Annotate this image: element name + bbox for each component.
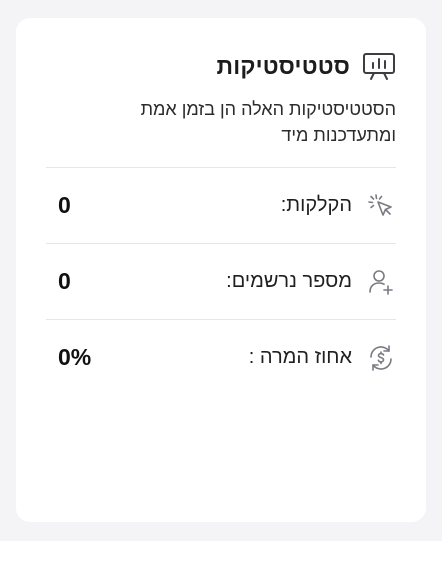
card-title: סטטיסטיקות xyxy=(216,52,350,79)
stat-row-conversion: אחוז המרה : 0% xyxy=(46,319,396,395)
stats-list: הקלקות: 0 מספר נרשמים: 0 אחוז המרה: 0% xyxy=(46,167,396,395)
bottom-strip xyxy=(0,541,442,572)
stat-label-signups: מספר נרשמים: xyxy=(226,270,352,292)
currency-refresh-icon xyxy=(366,343,396,373)
stat-label-group: הקלקות: xyxy=(281,191,396,221)
stat-row-clicks: הקלקות: 0 xyxy=(46,167,396,243)
stat-label-group: מספר נרשמים: xyxy=(226,267,396,297)
stat-row-signups: מספר נרשמים: 0 xyxy=(46,243,396,319)
stat-label-clicks: הקלקות: xyxy=(280,194,352,216)
user-add-icon xyxy=(366,267,396,297)
card-header: סטטיסטיקות xyxy=(217,51,397,81)
stat-label-group: אחוז המרה : xyxy=(249,343,396,373)
stat-value-clicks: 0 xyxy=(58,192,71,218)
statistics-card: סטטיסטיקות הסטטיסטיקות האלה הן בזמן אמת … xyxy=(16,18,426,522)
card-description: הסטטיסטיקות האלה הן בזמן אמת ומתעדכנות מ… xyxy=(140,99,396,145)
stat-label-conversion: אחוז המרה : xyxy=(248,346,352,368)
stat-value-conversion: 0% xyxy=(58,344,92,370)
presentation-chart-icon xyxy=(362,51,396,81)
stat-value-signups: 0 xyxy=(58,268,71,294)
cursor-click-icon xyxy=(366,191,396,221)
